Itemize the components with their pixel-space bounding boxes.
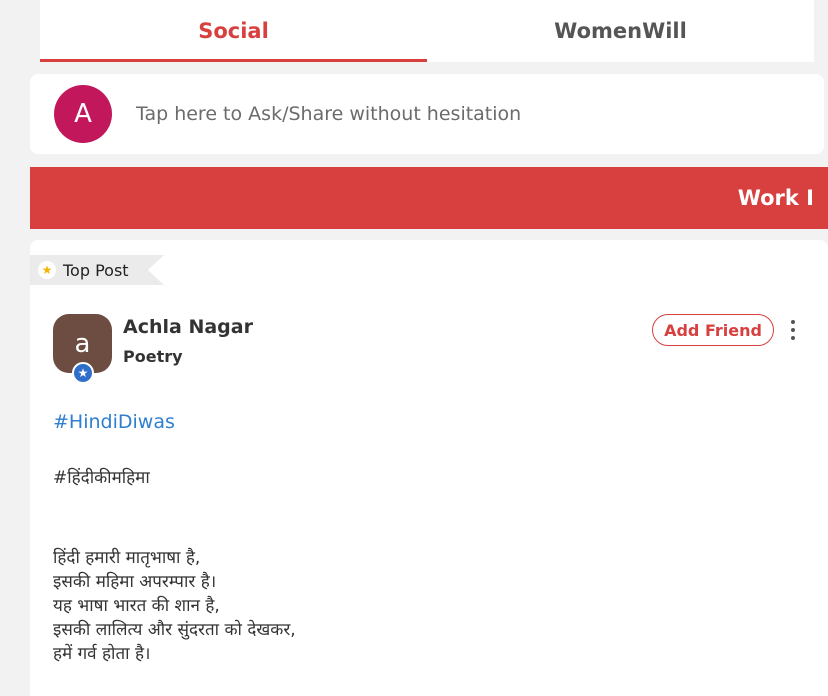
post-line: इसकी महिमा अपरम्पार है। bbox=[53, 572, 217, 592]
ask-share-input[interactable]: Tap here to Ask/Share without hesitation bbox=[136, 103, 521, 125]
feed-tabs: Social WomenWill bbox=[40, 0, 814, 62]
post-card: ★ Top Post a ★ Achla Nagar Poetry Add Fr… bbox=[30, 240, 828, 696]
dot bbox=[791, 336, 795, 340]
more-vertical-icon[interactable] bbox=[785, 316, 801, 344]
post-line: हमें गर्व होता है। bbox=[53, 644, 151, 664]
hashtag-link[interactable]: #HindiDiwas bbox=[53, 411, 175, 433]
dot bbox=[791, 320, 795, 324]
tab-social[interactable]: Social bbox=[40, 0, 427, 62]
avatar: A bbox=[54, 85, 112, 143]
post-tag-line: #हिंदीकीमहिमा bbox=[53, 468, 150, 488]
post-line: यह भाषा भारत की शान है, bbox=[53, 596, 220, 616]
author-name[interactable]: Achla Nagar bbox=[123, 316, 253, 338]
banner-text: Work I bbox=[737, 186, 814, 210]
top-post-badge: ★ Top Post bbox=[30, 255, 164, 285]
dot bbox=[791, 328, 795, 332]
post-category: Poetry bbox=[123, 347, 183, 366]
work-banner[interactable]: Work I bbox=[30, 167, 828, 229]
post-line: हिंदी हमारी मातृभाषा है, bbox=[53, 548, 201, 568]
ask-share-box[interactable]: A Tap here to Ask/Share without hesitati… bbox=[30, 74, 824, 154]
verified-star-icon: ★ bbox=[72, 362, 94, 384]
star-icon: ★ bbox=[38, 261, 56, 279]
top-post-label: Top Post bbox=[63, 260, 129, 280]
post-line: इसकी लालित्य और सुंदरता को देखकर, bbox=[53, 620, 296, 640]
tab-womenwill[interactable]: WomenWill bbox=[427, 0, 814, 62]
add-friend-button[interactable]: Add Friend bbox=[652, 314, 774, 346]
